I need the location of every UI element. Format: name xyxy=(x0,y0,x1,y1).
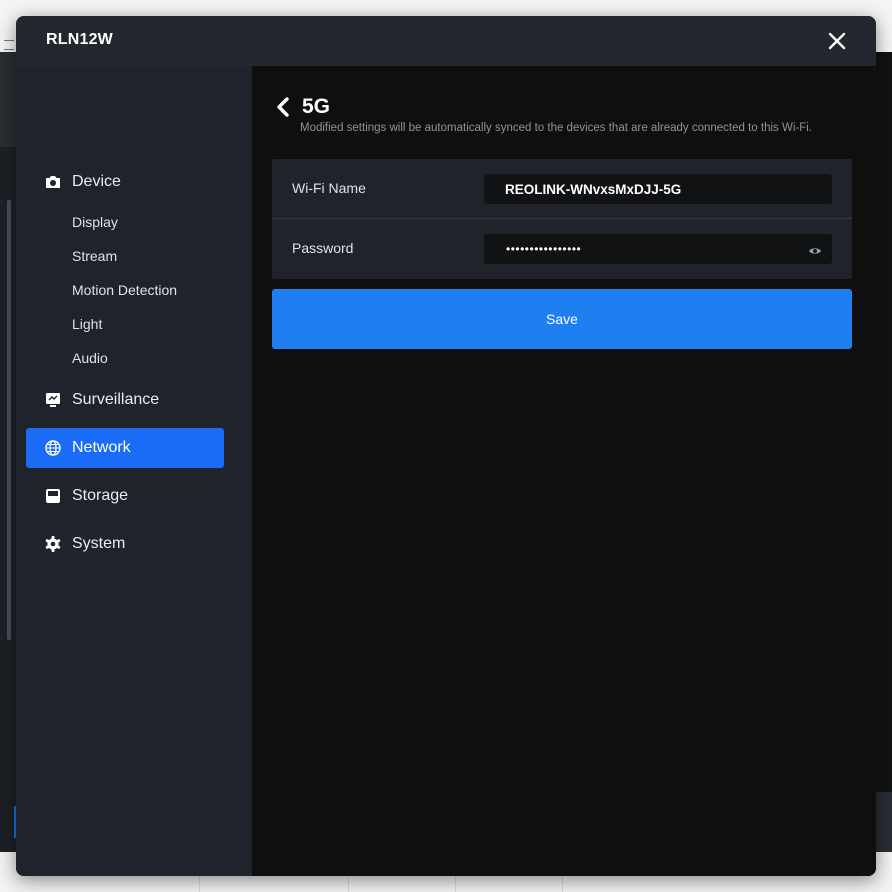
sidebar: Device Display Stream Motion Detection L… xyxy=(16,66,252,876)
wifi-name-input[interactable] xyxy=(484,174,832,204)
password-row: Password xyxy=(272,219,852,279)
wifi-form: Wi-Fi Name Password xyxy=(272,159,852,279)
sidebar-item-label: System xyxy=(72,535,126,552)
show-password-button[interactable] xyxy=(808,243,822,254)
background-right-lower xyxy=(876,792,892,852)
close-button[interactable] xyxy=(824,28,850,54)
sidebar-subitem-stream[interactable]: Stream xyxy=(72,247,117,265)
monitor-icon xyxy=(46,393,60,407)
sidebar-item-label: Device xyxy=(72,173,121,190)
sidebar-item-surveillance[interactable]: Surveillance xyxy=(26,380,224,420)
camera-icon xyxy=(46,176,60,188)
password-label: Password xyxy=(292,240,354,256)
close-icon xyxy=(828,32,846,50)
page-description: Modified settings will be automatically … xyxy=(300,122,812,134)
globe-icon xyxy=(45,440,61,456)
sidebar-subitem-light[interactable]: Light xyxy=(72,315,102,333)
background-scrollbar xyxy=(7,200,11,640)
modal-title: RLN12W xyxy=(46,31,113,48)
back-button[interactable] xyxy=(274,96,292,118)
save-button[interactable]: Save xyxy=(272,289,852,349)
sidebar-item-system[interactable]: System xyxy=(26,524,224,564)
sidebar-item-network[interactable]: Network xyxy=(26,428,224,468)
wifi-name-label: Wi-Fi Name xyxy=(292,180,366,196)
chevron-left-icon xyxy=(277,97,289,117)
wifi-name-row: Wi-Fi Name xyxy=(272,159,852,219)
sidebar-subitem-display[interactable]: Display xyxy=(72,213,118,231)
sidebar-item-label: Network xyxy=(72,439,131,456)
sidebar-subitem-motion-detection[interactable]: Motion Detection xyxy=(72,281,177,299)
background-menu-icon xyxy=(4,40,14,50)
sidebar-item-device[interactable]: Device xyxy=(26,162,224,202)
settings-modal: RLN12W Device Display Stream Motion Dete… xyxy=(16,16,876,876)
content-panel: 5G Modified settings will be automatical… xyxy=(252,66,876,876)
eye-icon xyxy=(809,248,821,254)
page-title: 5G xyxy=(302,95,331,118)
sidebar-item-storage[interactable]: Storage xyxy=(26,476,224,516)
background-right-panel xyxy=(876,52,892,852)
storage-icon xyxy=(46,489,60,503)
sidebar-item-label: Surveillance xyxy=(72,391,160,408)
password-input[interactable] xyxy=(484,234,832,264)
modal-header: RLN12W xyxy=(16,16,876,66)
sidebar-item-label: Storage xyxy=(72,487,129,504)
sidebar-subitem-audio[interactable]: Audio xyxy=(72,349,108,367)
gear-icon xyxy=(45,536,61,552)
